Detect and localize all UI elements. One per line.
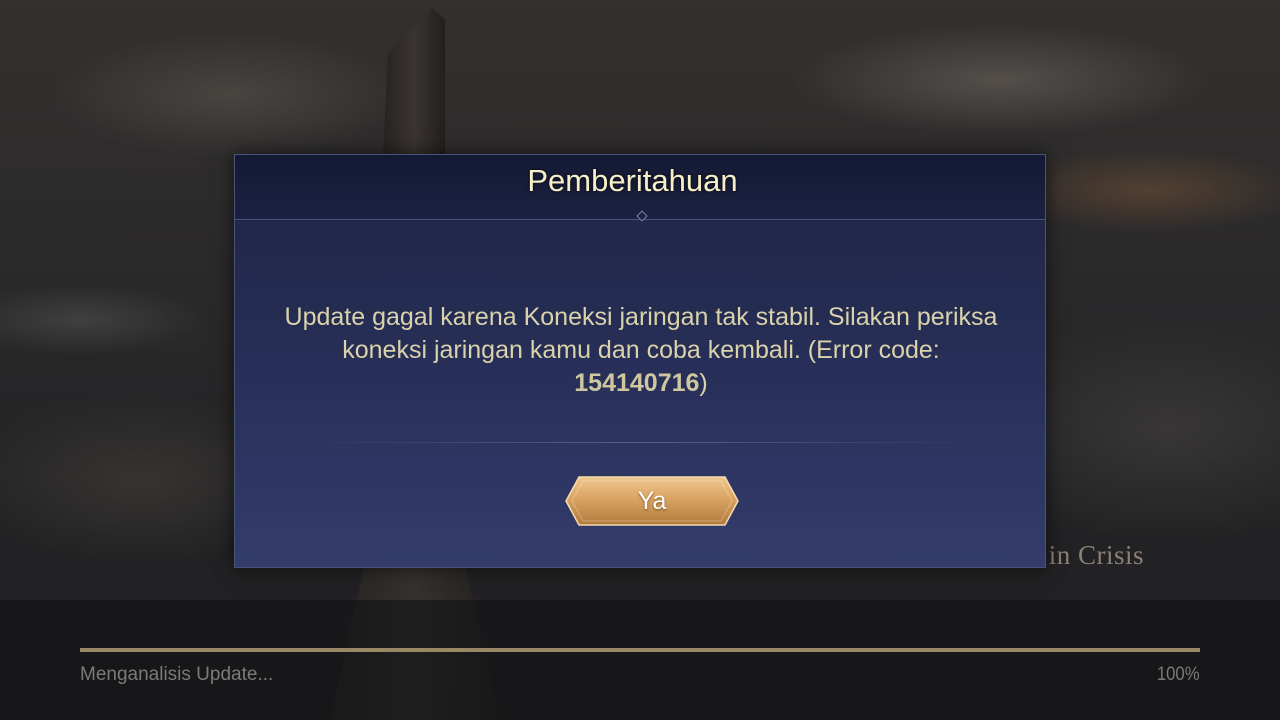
error-code: 154140716: [574, 369, 700, 397]
notification-dialog: Pemberitahuan Update gagal karena Koneks…: [234, 154, 1046, 568]
loading-bar-panel: [0, 600, 1280, 720]
confirm-button-label: Ya: [637, 487, 667, 515]
dialog-divider: [295, 442, 987, 443]
dialog-title: Pemberitahuan: [527, 163, 738, 198]
message-close-paren: ): [699, 369, 708, 397]
loading-status-text: Menganalisis Update...: [80, 664, 274, 685]
progress-bar-fill: [80, 648, 1200, 652]
confirm-button[interactable]: Ya: [565, 476, 739, 526]
progress-bar: [80, 648, 1200, 652]
rock-spire: [383, 8, 445, 158]
progress-percent: 100%: [1157, 664, 1200, 685]
dialog-header: Pemberitahuan: [235, 155, 1045, 222]
dialog-message: Update gagal karena Koneksi jaringan tak…: [275, 301, 1007, 400]
message-text: Update gagal karena Koneksi jaringan tak…: [284, 303, 998, 364]
game-background: m in Crisis Menganalisis Update... 100% …: [0, 0, 1280, 720]
diamond-ornament-icon: [636, 210, 648, 222]
